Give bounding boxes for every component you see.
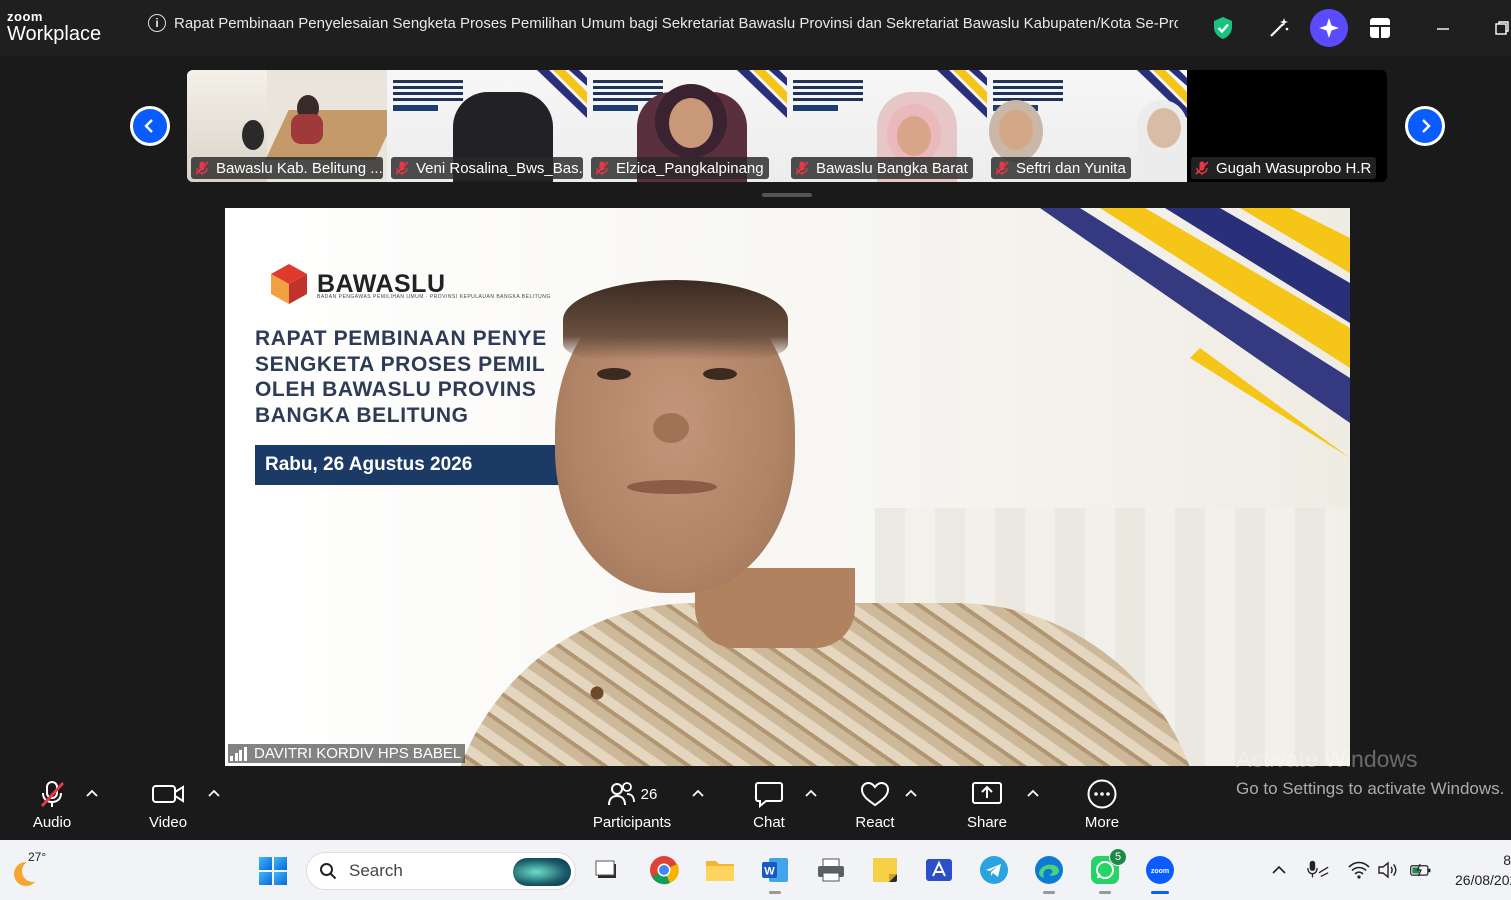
sticky-notes-icon[interactable] (869, 854, 901, 886)
more-button[interactable]: More (1057, 778, 1147, 836)
search-placeholder: Search (349, 861, 403, 880)
taskbar-search[interactable]: Search (306, 852, 576, 890)
chat-options-caret-icon[interactable] (804, 786, 818, 800)
minimize-icon[interactable] (1429, 14, 1457, 42)
weather-temperature: 27° (28, 850, 47, 864)
activate-windows-watermark: Activate Windows Go to Settings to activ… (1236, 746, 1505, 798)
weather-widget[interactable]: 27° (12, 850, 52, 890)
participant-name-tag: Elzica_Pangkalpinang (591, 157, 769, 179)
telegram-icon[interactable] (978, 854, 1010, 886)
logo-workplace-text: Workplace (7, 23, 102, 45)
search-icon (320, 863, 337, 880)
strip-resize-handle[interactable] (762, 193, 812, 197)
participant-tile[interactable]: Bawaslu Kab. Belitung ... (187, 70, 387, 182)
signal-strength-icon (230, 746, 248, 761)
whatsapp-icon[interactable]: 5 (1089, 848, 1127, 894)
title-bar: zoom Workplace i Rapat Pembinaan Penyele… (0, 0, 1511, 56)
chat-button[interactable]: Chat (724, 778, 814, 836)
chevron-right-icon (1422, 119, 1431, 133)
mic-muted-icon (395, 161, 409, 175)
slide-date: Rabu, 26 Agustus 2026 (255, 445, 595, 485)
word-icon[interactable]: W (759, 854, 791, 894)
app-store-icon[interactable] (923, 854, 955, 886)
task-view-icon[interactable] (591, 854, 623, 886)
participant-tile[interactable]: Bawaslu Bangka Barat (787, 70, 987, 182)
printer-icon[interactable] (815, 854, 847, 886)
windows-start-icon[interactable] (259, 857, 287, 885)
audio-options-caret-icon[interactable] (85, 786, 99, 800)
mic-muted-icon (795, 161, 809, 175)
slide-heading: RAPAT PEMBINAAN PENYE SENGKETA PROSES PE… (255, 327, 547, 427)
participant-name-tag: Bawaslu Bangka Barat (791, 157, 973, 179)
participant-tile[interactable]: Elzica_Pangkalpinang (587, 70, 787, 182)
apps-grid-icon[interactable] (1366, 14, 1394, 42)
slide-decoration-stripes (1040, 208, 1350, 458)
participant-tile[interactable]: Seftri dan Yunita (987, 70, 1187, 182)
mic-muted-icon (1195, 161, 1209, 175)
svg-text:zoom: zoom (1151, 868, 1169, 875)
share-options-caret-icon[interactable] (1026, 786, 1040, 800)
bawaslu-subtitle: BADAN PENGAWAS PEMILIHAN UMUM · PROVINSI… (317, 294, 551, 300)
logo-zoom-text: zoom (7, 9, 43, 24)
video-camera-icon (151, 778, 185, 810)
taskbar-clock[interactable]: 8 26/08/2026 (1455, 850, 1511, 890)
participants-icon (607, 782, 635, 806)
tray-overflow-chevron-icon[interactable] (1267, 858, 1291, 882)
whatsapp-unread-badge: 5 (1109, 848, 1127, 866)
active-speaker-name: DAVITRI KORDIV HPS BABEL (228, 744, 466, 763)
chat-bubble-icon (752, 778, 786, 810)
participant-tile[interactable]: Veni Rosalina_Bws_Bas... (387, 70, 587, 182)
mic-muted-icon (195, 161, 209, 175)
chevron-left-icon (144, 119, 153, 133)
participant-name-tag: Bawaslu Kab. Belitung ... (191, 157, 383, 179)
active-speaker-video[interactable]: BAWASLU BADAN PENGAWAS PEMILIHAN UMUM · … (225, 208, 1350, 766)
clock-date: 26/08/2026 (1455, 872, 1511, 888)
react-options-caret-icon[interactable] (904, 786, 918, 800)
battery-charging-icon[interactable] (1409, 858, 1433, 882)
participants-count: 26 (640, 785, 658, 803)
mic-muted-icon (995, 161, 1009, 175)
volume-icon[interactable] (1376, 858, 1400, 882)
zoom-app-icon[interactable]: zoom (1144, 854, 1176, 894)
mic-muted-icon (595, 161, 609, 175)
maximize-icon[interactable] (1488, 14, 1511, 42)
strip-next-button[interactable] (1405, 106, 1445, 146)
svg-text:W: W (764, 866, 775, 878)
wifi-icon[interactable] (1347, 858, 1371, 882)
more-dots-icon (1085, 778, 1119, 810)
zoom-workplace-logo: zoom Workplace (7, 10, 101, 44)
participants-options-caret-icon[interactable] (691, 786, 705, 800)
participant-name-tag: Seftri dan Yunita (991, 157, 1131, 179)
windows-taskbar: 27° Search W 5 zoom 8 26/08/20 (0, 840, 1511, 900)
info-icon[interactable]: i (148, 14, 166, 32)
chrome-icon[interactable] (648, 854, 680, 886)
heart-icon (858, 778, 892, 810)
meeting-title: Rapat Pembinaan Penyelesaian Sengketa Pr… (174, 14, 1178, 32)
security-shield-icon[interactable] (1209, 14, 1237, 42)
bawaslu-emblem-icon (271, 264, 307, 304)
participant-tile[interactable]: Gugah Wasuprobo H.R (1187, 70, 1387, 182)
meeting-info[interactable]: i Rapat Pembinaan Penyelesaian Sengketa … (148, 14, 1178, 32)
ai-companion-icon[interactable] (1310, 9, 1348, 47)
participant-name-tag: Gugah Wasuprobo H.R (1191, 157, 1377, 179)
clock-time: 8 (1503, 852, 1511, 868)
strip-prev-button[interactable] (130, 106, 170, 146)
share-screen-icon (970, 778, 1004, 810)
video-button[interactable]: Video (123, 778, 213, 836)
search-highlight-image (513, 858, 571, 886)
thumbnail-list: Bawaslu Kab. Belitung ... Veni Rosalina_… (187, 70, 1387, 182)
file-explorer-icon[interactable] (704, 854, 736, 886)
video-options-caret-icon[interactable] (207, 786, 221, 800)
mic-in-use-icon[interactable] (1306, 858, 1330, 882)
audio-button[interactable]: Audio (7, 778, 97, 836)
participant-name-tag: Veni Rosalina_Bws_Bas... (391, 157, 583, 179)
share-screen-button[interactable]: Share (942, 778, 1032, 836)
participants-button[interactable]: 26 Participants (587, 778, 677, 836)
mic-muted-icon (35, 778, 69, 810)
magic-wand-icon[interactable] (1265, 14, 1293, 42)
edge-icon[interactable] (1033, 854, 1065, 894)
